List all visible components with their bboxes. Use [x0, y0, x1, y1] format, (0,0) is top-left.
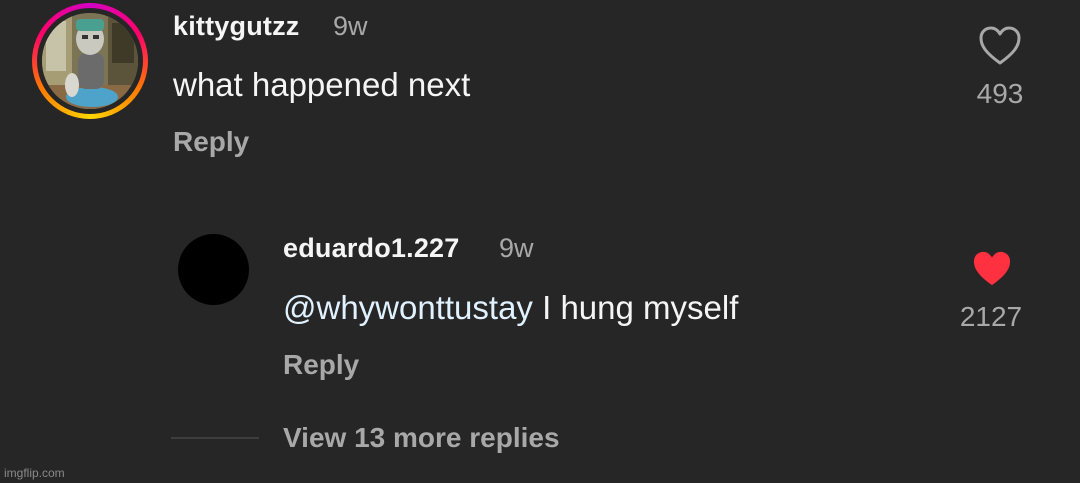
comment-text: what happened next	[173, 66, 471, 103]
reply-mention-link[interactable]: @whywonttustay	[283, 289, 533, 326]
reply-like-heart-icon[interactable]	[971, 250, 1013, 293]
view-more-divider	[171, 437, 259, 439]
comment-username[interactable]: kittygutzz	[173, 11, 300, 42]
reply-avatar[interactable]	[178, 234, 249, 305]
reply-reply-button[interactable]: Reply	[283, 349, 359, 381]
avatar-frame	[37, 8, 143, 114]
reply-username[interactable]: eduardo1.227	[283, 233, 459, 264]
reply-time: 9w	[499, 233, 534, 263]
reply-text: @whywonttustay I hung myself	[283, 289, 738, 327]
avatar	[42, 13, 138, 109]
reply-message: I hung myself	[532, 289, 739, 326]
story-ring-avatar[interactable]	[32, 3, 148, 119]
comment-like-heart-icon[interactable]	[978, 26, 1022, 71]
comment-time: 9w	[333, 11, 368, 41]
watermark: imgflip.com	[4, 466, 65, 480]
reply-like-count: 2127	[959, 301, 1023, 332]
view-more-replies-button[interactable]: View 13 more replies	[283, 422, 560, 454]
comment-like-count: 493	[976, 78, 1024, 109]
comment-reply-button[interactable]: Reply	[173, 126, 249, 158]
